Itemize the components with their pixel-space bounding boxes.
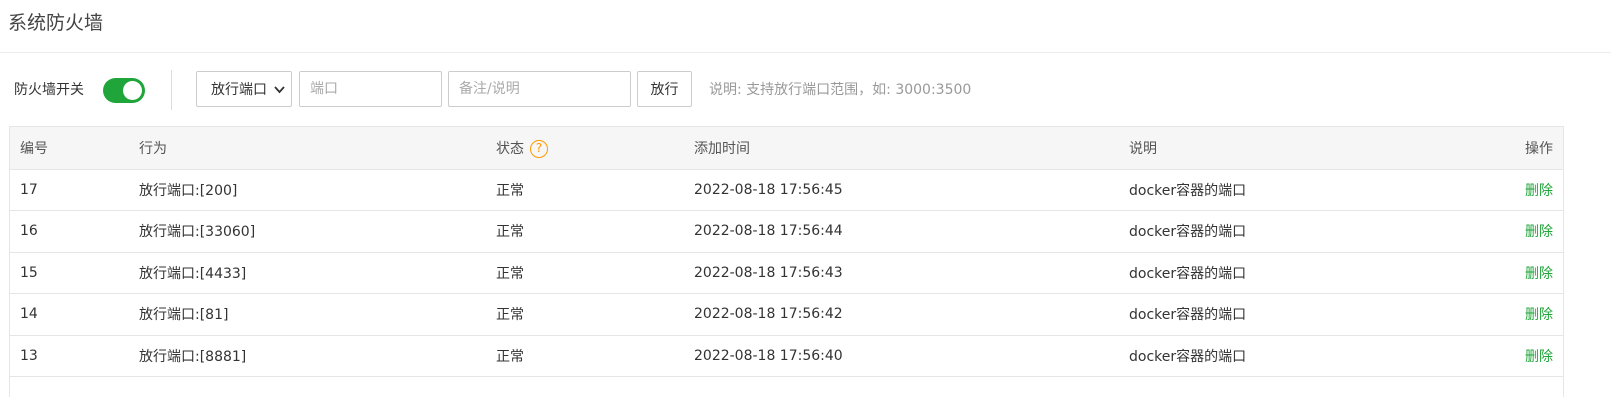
cell-note: docker容器的端口 (1129, 293, 1464, 336)
cell-added-time: 2022-08-18 17:56:45 (694, 169, 1129, 211)
title-bar: 系统防火墙 (0, 0, 1611, 53)
action-select-value: 放行端口 (211, 82, 267, 98)
header-id: 编号 (10, 127, 139, 170)
toolbar: 防火墙开关 放行端口 放行 说明: 支持放行端口范围，如: 3000:3500 (0, 70, 1611, 110)
delete-link[interactable]: 删除 (1525, 349, 1553, 365)
cell-id: 14 (10, 293, 139, 336)
cell-status: 正常 (496, 335, 694, 377)
header-status: 状态? (496, 127, 694, 170)
port-input[interactable] (299, 71, 442, 107)
header-note: 说明 (1129, 127, 1464, 170)
delete-link[interactable]: 删除 (1525, 266, 1553, 282)
table-row: 17 放行端口:[200] 正常 2022-08-18 17:56:45 doc… (10, 169, 1563, 211)
cell-note: docker容器的端口 (1129, 252, 1464, 294)
allow-port-button[interactable]: 放行 (637, 71, 692, 107)
cell-status: 正常 (496, 293, 694, 336)
toggle-knob (123, 81, 142, 100)
cell-action: 放行端口:[8881] (139, 335, 496, 377)
cell-operation: 删除 (1464, 169, 1563, 211)
cell-operation: 删除 (1464, 210, 1563, 253)
table-row: 13 放行端口:[8881] 正常 2022-08-18 17:56:40 do… (10, 335, 1563, 377)
note-input[interactable] (448, 71, 631, 107)
table-header-row: 编号 行为 状态? 添加时间 说明 操作 (10, 127, 1563, 170)
header-added-time: 添加时间 (694, 127, 1129, 170)
cell-action: 放行端口:[81] (139, 293, 496, 336)
cell-added-time: 2022-08-18 17:56:40 (694, 335, 1129, 377)
firewall-toggle[interactable] (103, 78, 145, 103)
cell-action: 放行端口:[33060] (139, 210, 496, 253)
cell-note: docker容器的端口 (1129, 335, 1464, 377)
cell-added-time: 2022-08-18 17:56:44 (694, 210, 1129, 253)
table-row: 14 放行端口:[81] 正常 2022-08-18 17:56:42 dock… (10, 293, 1563, 336)
chevron-down-icon (274, 86, 285, 94)
header-operation: 操作 (1464, 127, 1563, 170)
cell-id: 16 (10, 210, 139, 253)
question-circle-icon[interactable]: ? (530, 139, 548, 158)
cell-operation: 删除 (1464, 252, 1563, 294)
cell-action: 放行端口:[4433] (139, 252, 496, 294)
cell-status: 正常 (496, 169, 694, 211)
cell-status: 正常 (496, 252, 694, 294)
action-select[interactable]: 放行端口 (196, 71, 292, 107)
page-title: 系统防火墙 (8, 12, 104, 34)
cell-operation: 删除 (1464, 335, 1563, 377)
delete-link[interactable]: 删除 (1525, 183, 1553, 199)
toolbar-divider (171, 70, 172, 110)
firewall-rules-table: 编号 行为 状态? 添加时间 说明 操作 17 放行端口:[200] 正常 20… (9, 126, 1564, 397)
header-status-label: 状态 (496, 140, 524, 157)
table-row: 15 放行端口:[4433] 正常 2022-08-18 17:56:43 do… (10, 252, 1563, 294)
header-action: 行为 (139, 127, 496, 170)
cell-added-time: 2022-08-18 17:56:43 (694, 252, 1129, 294)
delete-link[interactable]: 删除 (1525, 224, 1553, 240)
cell-id: 13 (10, 335, 139, 377)
cell-note: docker容器的端口 (1129, 210, 1464, 253)
cell-status: 正常 (496, 210, 694, 253)
port-range-hint: 说明: 支持放行端口范围，如: 3000:3500 (709, 82, 972, 98)
delete-link[interactable]: 删除 (1525, 307, 1553, 323)
cell-note: docker容器的端口 (1129, 169, 1464, 211)
cell-operation: 删除 (1464, 293, 1563, 336)
firewall-switch-label: 防火墙开关 (14, 82, 84, 98)
table-row: 16 放行端口:[33060] 正常 2022-08-18 17:56:44 d… (10, 210, 1563, 253)
cell-id: 17 (10, 169, 139, 211)
cell-action: 放行端口:[200] (139, 169, 496, 211)
cell-id: 15 (10, 252, 139, 294)
firewall-page: 系统防火墙 防火墙开关 放行端口 放行 说明: 支持放行端口范围，如: 3000… (0, 0, 1611, 397)
cell-added-time: 2022-08-18 17:56:42 (694, 293, 1129, 336)
